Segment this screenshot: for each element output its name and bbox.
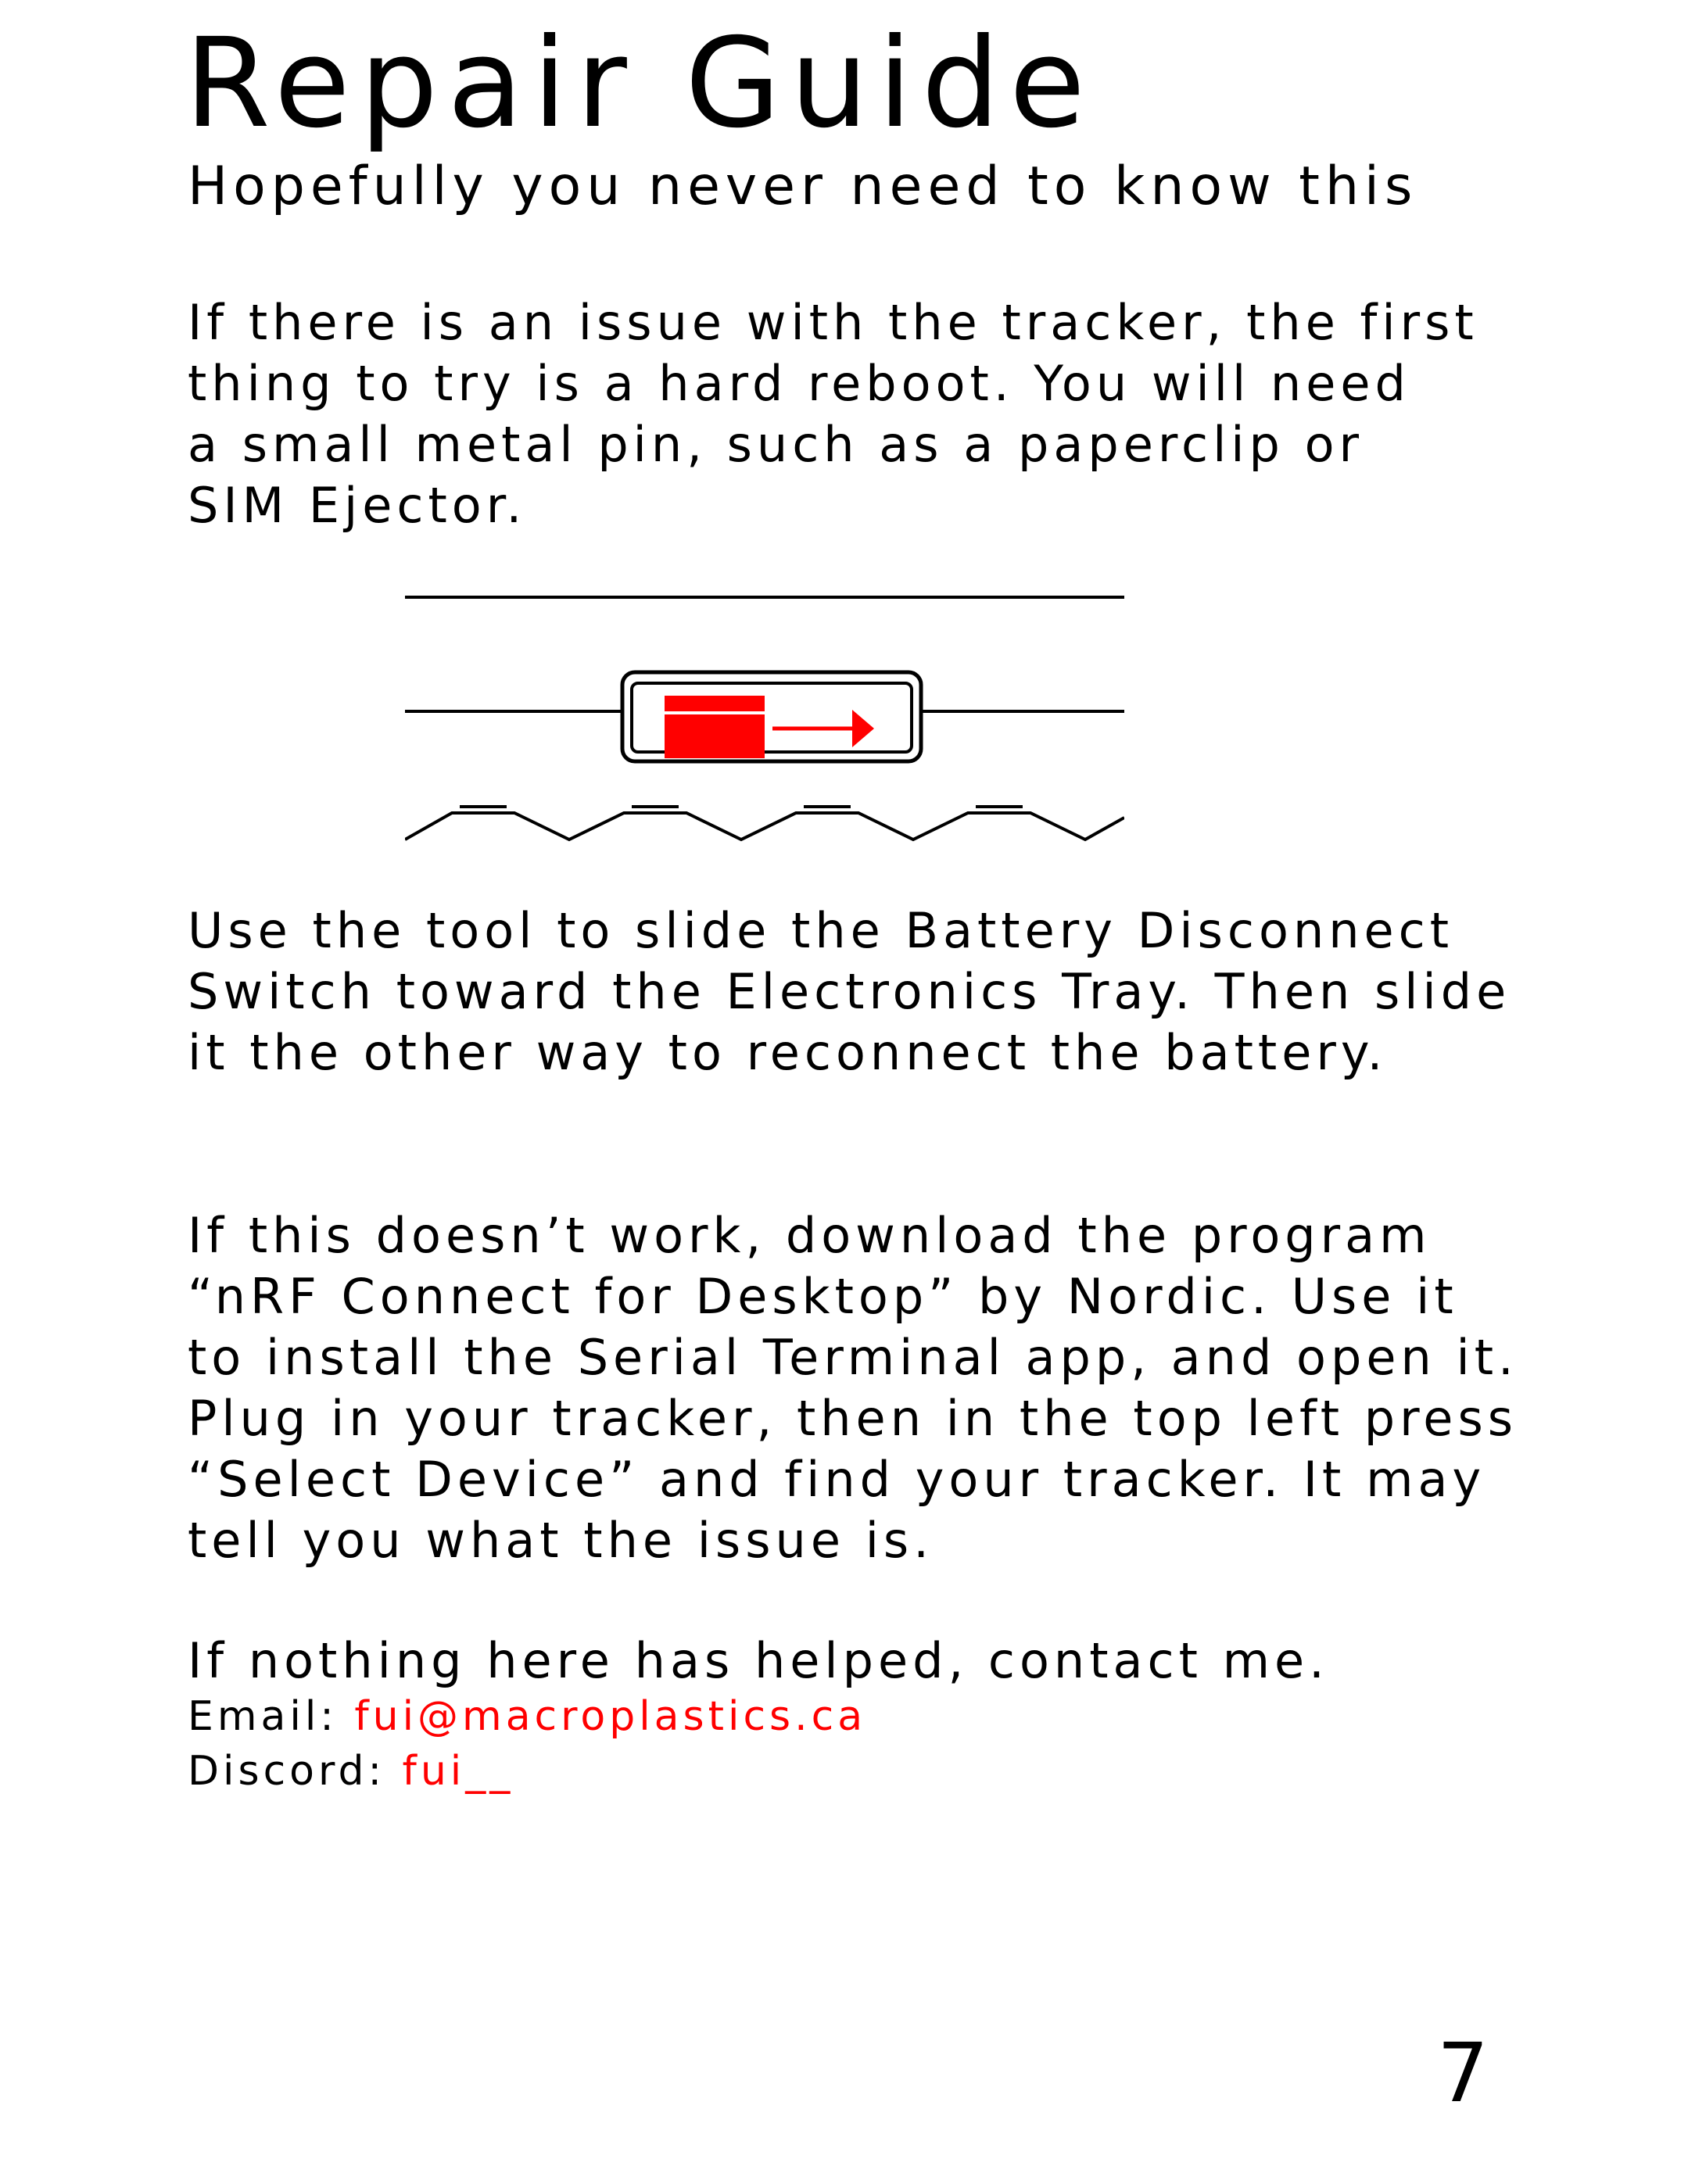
instructions-paragraph: Use the tool to slide the Battery Discon… <box>188 900 1511 1083</box>
intro-paragraph: If there is an issue with the tracker, t… <box>188 292 1478 536</box>
page-subtitle: Hopefully you never need to know this <box>188 156 1418 217</box>
advanced-line: “Select Device” and find your tracker. I… <box>188 1451 1486 1508</box>
instructions-line: Use the tool to slide the Battery Discon… <box>188 902 1454 959</box>
instructions-line: Switch toward the Electronics Tray. Then… <box>188 963 1511 1020</box>
instructions-line: it the other way to reconnect the batter… <box>188 1024 1388 1081</box>
contact-email-row: Email: fui@macroplastics.ca <box>188 1696 866 1737</box>
discord-handle: fui__ <box>402 1748 514 1795</box>
arrow-head-icon <box>852 710 874 747</box>
battery-switch-diagram <box>405 596 1124 842</box>
email-label: Email: <box>188 1693 355 1740</box>
switch-slider <box>665 696 765 758</box>
email-link[interactable]: fui@macroplastics.ca <box>354 1693 866 1740</box>
advanced-line: Plug in your tracker, then in the top le… <box>188 1390 1518 1447</box>
page-number: 7 <box>1437 2025 1489 2121</box>
contact-discord-row: Discord: fui__ <box>188 1751 514 1792</box>
advanced-line: tell you what the issue is. <box>188 1512 934 1569</box>
intro-line: a small metal pin, such as a paperclip o… <box>188 416 1364 473</box>
advanced-line: to install the Serial Terminal app, and … <box>188 1329 1518 1386</box>
advanced-line: If this doesn’t work, download the progr… <box>188 1207 1432 1264</box>
contact-intro: If nothing here has helped, contact me. <box>188 1631 1329 1692</box>
advanced-line: “nRF Connect for Desktop” by Nordic. Use… <box>188 1268 1458 1325</box>
discord-label: Discord: <box>188 1748 403 1795</box>
intro-line: If there is an issue with the tracker, t… <box>188 294 1478 351</box>
contact-intro-line: If nothing here has helped, contact me. <box>188 1632 1329 1689</box>
battery-contacts-zigzag <box>405 811 1124 842</box>
intro-line: SIM Ejector. <box>188 477 527 534</box>
advanced-paragraph: If this doesn’t work, download the progr… <box>188 1205 1518 1571</box>
page-title: Repair Guide <box>185 12 1095 156</box>
intro-line: thing to try is a hard reboot. You will … <box>188 355 1410 412</box>
